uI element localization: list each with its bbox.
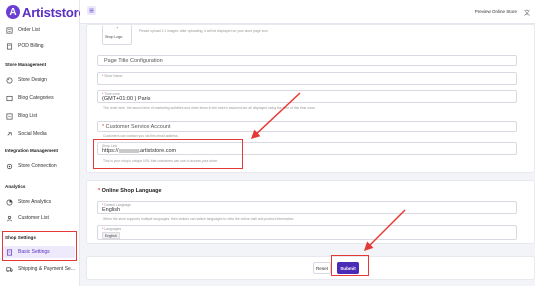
sidebar-section-analytics: Analytics	[5, 184, 26, 189]
default-language-select[interactable]: * Default Language English	[97, 201, 517, 214]
sidebar-item-label: Blog Categories	[18, 95, 54, 101]
sidebar-item-label: POD Billing	[18, 43, 44, 49]
logo-text: Artiststore	[22, 4, 86, 20]
preview-online-store-link[interactable]: Preview Online Store	[475, 9, 517, 14]
customer-service-hint: Customers can contact you via this email…	[103, 134, 179, 138]
store-name-label: * Store Name	[102, 74, 123, 78]
sidebar-item-label: Customer List	[18, 215, 49, 221]
action-bar: Reset Submit	[86, 256, 535, 280]
sidebar-item-pod-billing[interactable]: POD Billing	[6, 40, 44, 52]
sidebar-item-store-analytics[interactable]: Store Analytics	[6, 196, 51, 208]
sidebar-item-label: Order List	[18, 27, 40, 33]
top-bar: Preview Online Store 文	[80, 0, 535, 24]
people-icon	[6, 215, 13, 222]
brand-logo[interactable]: A Artiststore	[6, 4, 86, 20]
analytics-icon	[6, 199, 13, 206]
languages-select[interactable]: * Languages English	[97, 225, 517, 240]
time-zone-select[interactable]: * Time zone (GMT+01:00 ) Paris	[97, 90, 517, 103]
sidebar-item-label: Blog List	[18, 113, 38, 119]
order-list-icon	[6, 27, 13, 34]
reset-button[interactable]: Reset	[313, 262, 331, 274]
online-language-heading: * Online Shop Language	[98, 188, 162, 194]
sidebar-item-customer-list[interactable]: Customer List	[6, 212, 49, 224]
shop-link-highlight-box	[93, 139, 243, 169]
sidebar-item-label: Store Analytics	[18, 199, 52, 205]
language-hint: When the store supports multiple languag…	[103, 217, 295, 221]
sidebar-item-shipping-payment[interactable]: Shipping & Payment Se...	[6, 263, 75, 275]
page-title-config-field[interactable]: Page Title Configuration	[97, 55, 517, 66]
blog-list-icon	[6, 113, 13, 120]
logo-mark-icon: A	[6, 5, 20, 19]
logo-upload-box[interactable]: + Shop Logo	[102, 25, 132, 45]
sidebar-section-integration: Integration Management	[5, 148, 59, 153]
page-title-config-heading: Page Title Configuration	[104, 58, 163, 64]
logo-upload-hint: Please upload 1:1 images, after uploadin…	[139, 29, 268, 33]
sidebar-item-store-design[interactable]: Store Design	[6, 74, 47, 86]
link-icon	[6, 131, 13, 138]
time-zone-hint: The order time, the launch time of marke…	[103, 106, 316, 110]
time-zone-value: (GMT+01:00 ) Paris	[102, 96, 151, 102]
sidebar-item-label: Social Media	[18, 131, 47, 137]
languages-label: * Languages	[102, 227, 122, 231]
sidebar-item-label: Store Connection	[18, 163, 57, 169]
customer-service-field[interactable]: * Customer Service Account	[97, 121, 517, 132]
sidebar-item-order-list[interactable]: Order List	[6, 24, 40, 36]
sidebar-item-social-media[interactable]: Social Media	[6, 128, 47, 140]
blog-categories-icon	[6, 95, 13, 102]
store-name-input[interactable]: * Store Name	[97, 72, 517, 85]
shop-logo-label: Shop Logo	[105, 35, 123, 39]
plus-icon: +	[116, 25, 119, 30]
billing-icon	[6, 43, 13, 50]
language-tag[interactable]: English	[102, 232, 120, 239]
menu-toggle-button[interactable]	[87, 6, 96, 15]
default-language-value: English	[102, 207, 121, 213]
translate-icon[interactable]: 文	[524, 8, 530, 17]
sidebar-item-blog-categories[interactable]: Blog Categories	[6, 92, 54, 104]
shop-settings-highlight-box	[2, 231, 77, 261]
sidebar-item-label: Shipping & Payment Se...	[18, 266, 75, 272]
hamburger-icon	[89, 8, 94, 13]
online-language-panel: * Online Shop Language * Default Languag…	[86, 180, 535, 244]
sidebar-item-store-connection[interactable]: Store Connection	[6, 160, 57, 172]
customer-service-heading: * Customer Service Account	[102, 124, 171, 130]
submit-highlight-box	[331, 255, 369, 276]
sidebar-item-blog-list[interactable]: Blog List	[6, 110, 37, 122]
truck-icon	[6, 266, 13, 273]
gear-icon	[6, 163, 13, 170]
sidebar-section-store-management: Store Management	[5, 62, 47, 67]
sidebar-item-label: Store Design	[18, 77, 47, 83]
palette-icon	[6, 77, 13, 84]
